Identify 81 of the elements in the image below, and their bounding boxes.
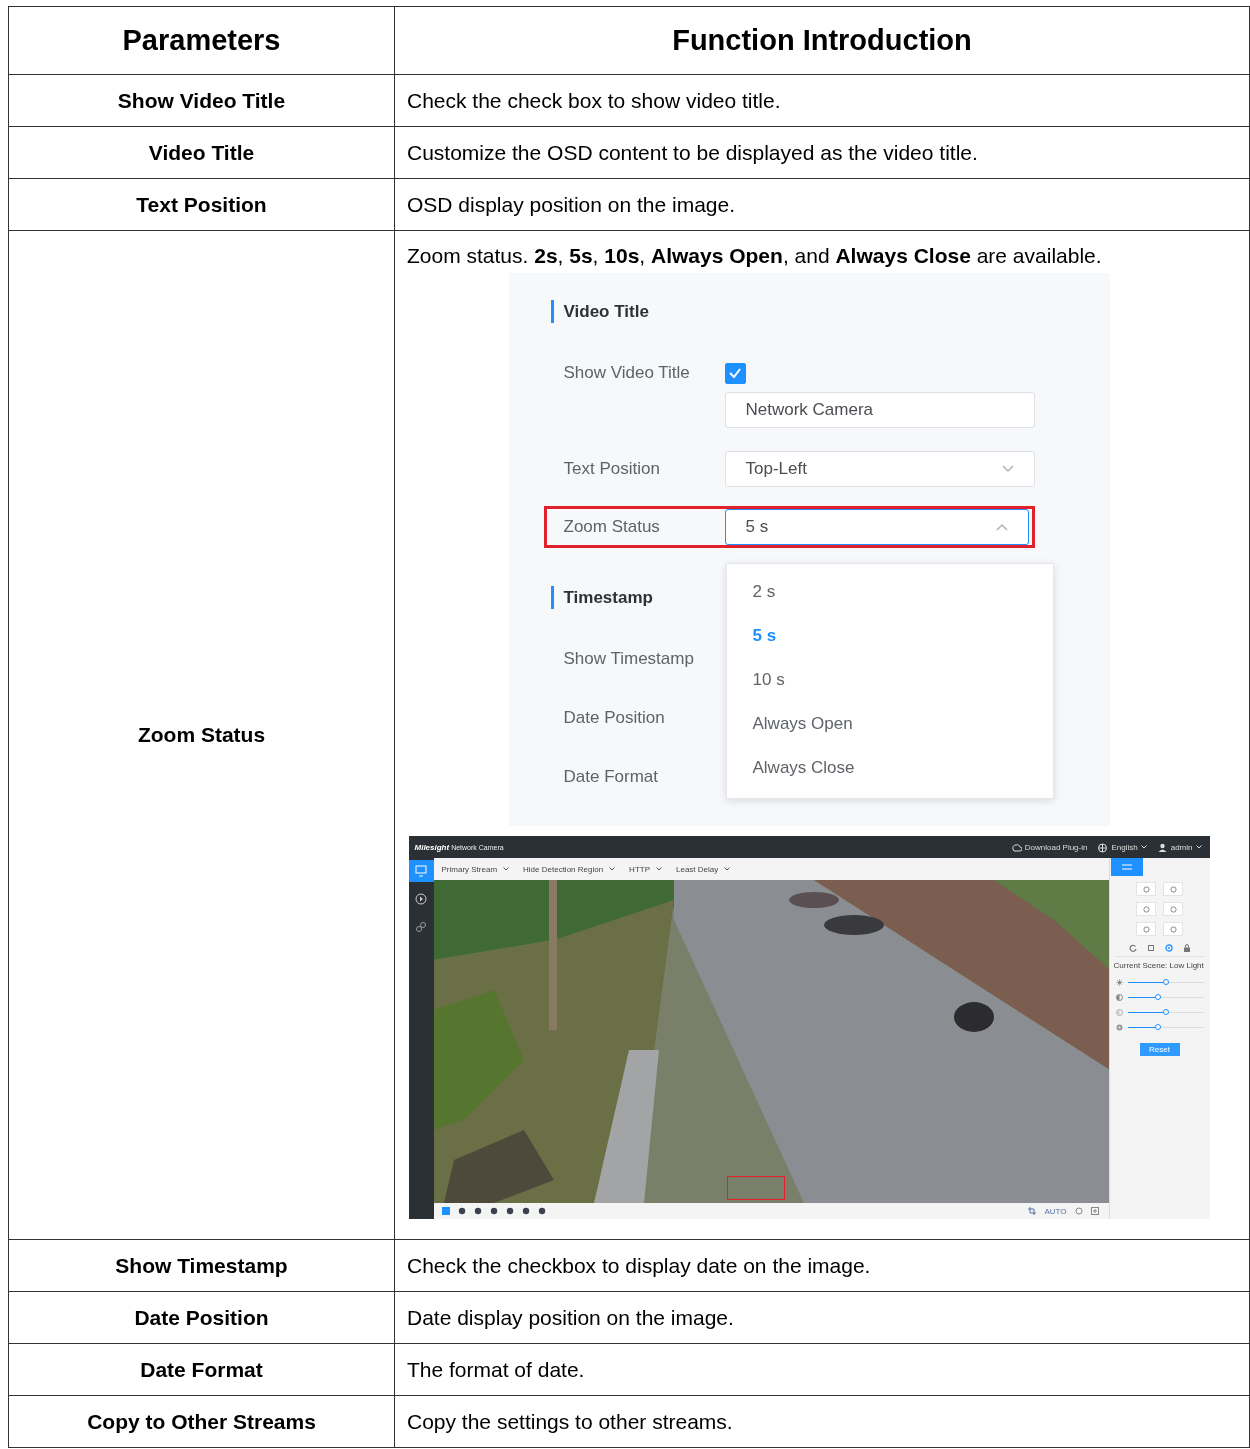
slider-thumb[interactable] <box>1154 1024 1161 1031</box>
table-cell: Date Format <box>8 1343 395 1396</box>
user-icon <box>1156 841 1168 853</box>
dropdown-field[interactable]: 5 s <box>724 509 1029 545</box>
contrast-icon <box>1115 994 1123 1001</box>
dropdown-option[interactable]: 10 s <box>726 658 1053 702</box>
header-link[interactable]: Download Plug-in <box>1010 841 1088 853</box>
cloud-icon <box>1010 841 1022 853</box>
logo-text: Milesight <box>414 842 450 852</box>
field-label: Text Position <box>563 459 661 479</box>
control-button[interactable] <box>1136 922 1156 936</box>
table-cell: OSD display position on the image. <box>394 178 1250 231</box>
column-header: Parameters <box>8 6 395 75</box>
rotate-icon[interactable] <box>1128 944 1137 952</box>
field-label: Zoom Status <box>563 517 661 537</box>
table-cell: Check the check box to show video title. <box>394 74 1250 127</box>
header-link[interactable]: admin <box>1156 841 1202 853</box>
dropdown-field[interactable]: Top-Left <box>724 451 1035 487</box>
table-cell: The format of date. <box>394 1343 1250 1396</box>
toolbar-dropdown[interactable]: Hide Detection Region <box>523 864 616 874</box>
dropdown-option[interactable]: Always Open <box>726 702 1053 746</box>
scene-label: Current Scene: Low Light <box>1113 961 1204 970</box>
play-icon <box>414 892 428 906</box>
text-field[interactable]: Network Camera <box>724 392 1035 428</box>
caret-icon <box>656 867 662 871</box>
highlight-box <box>726 1176 785 1200</box>
table-cell: Copy to Other Streams <box>8 1395 395 1448</box>
toolbar-dropdown[interactable]: Primary Stream <box>441 864 510 874</box>
fullscreen-icon[interactable] <box>1090 1207 1099 1215</box>
crop-icon[interactable] <box>1028 1207 1037 1215</box>
caret-icon <box>1140 845 1147 849</box>
caret-icon <box>503 867 510 871</box>
status-label: AUTO <box>1044 1206 1067 1216</box>
header-link[interactable]: English <box>1097 841 1147 853</box>
table-cell: Show Video Title <box>8 74 395 127</box>
slider-track[interactable] <box>1127 1026 1204 1029</box>
description-text: Zoom status. 2s, 5s, 10s, Always Open, and Always Close are available. <box>407 243 1103 269</box>
table-cell: Video Title <box>8 126 395 179</box>
frame-icon[interactable] <box>1146 944 1155 952</box>
control-button[interactable] <box>1163 882 1183 896</box>
slider-track[interactable] <box>1127 981 1204 984</box>
table-cell: Copy the settings to other streams. <box>394 1395 1250 1448</box>
caret-icon <box>1001 465 1014 473</box>
checkmark-icon <box>728 367 742 379</box>
caret-icon <box>609 867 616 871</box>
caret-icon <box>995 523 1008 531</box>
table-cell: Date Position <box>8 1291 395 1344</box>
column-header: Function Introduction <box>394 6 1250 75</box>
slider-track[interactable] <box>1127 996 1204 999</box>
caret-icon <box>724 867 731 871</box>
sliders-icon <box>1121 863 1132 871</box>
table-cell: Show Timestamp <box>8 1239 395 1292</box>
field-label: Show Video Title <box>563 363 691 383</box>
table-cell: Check the checkbox to display date on the image. <box>394 1239 1250 1292</box>
slider-thumb[interactable] <box>1162 979 1169 986</box>
field-label: Date Position <box>563 708 666 728</box>
toolbar-dropdown[interactable]: HTTP <box>629 864 662 874</box>
table-cell: Customize the OSD content to be displayed as the video title. <box>394 126 1250 179</box>
section-title: Video Title <box>550 300 1110 323</box>
sun-icon <box>1115 979 1123 986</box>
field-label: Show Timestamp <box>563 649 695 669</box>
toolbar-dropdown[interactable]: Least Delay <box>676 864 731 874</box>
control-button[interactable] <box>1136 902 1156 916</box>
slider-thumb[interactable] <box>1162 1009 1169 1016</box>
lock-icon[interactable] <box>1182 944 1191 952</box>
dropdown-option[interactable]: Always Close <box>726 746 1053 790</box>
field-label: Date Format <box>563 767 659 787</box>
monitor-icon <box>414 864 428 878</box>
slider-track[interactable] <box>1127 1011 1204 1014</box>
control-button[interactable] <box>1163 922 1183 936</box>
control-button[interactable] <box>1136 882 1156 896</box>
caret-icon <box>1195 845 1202 849</box>
slider-thumb[interactable] <box>1154 994 1161 1001</box>
control-button[interactable] <box>1163 902 1183 916</box>
checkbox[interactable] <box>724 362 746 384</box>
table-cell: Text Position <box>8 178 395 231</box>
globe-icon <box>1097 841 1109 853</box>
table-cell: Zoom Status <box>8 230 395 1240</box>
table-cell: Date display position on the image. <box>394 1291 1250 1344</box>
half-circle-icon <box>1115 1009 1123 1016</box>
panel-tab[interactable] <box>1110 858 1143 876</box>
